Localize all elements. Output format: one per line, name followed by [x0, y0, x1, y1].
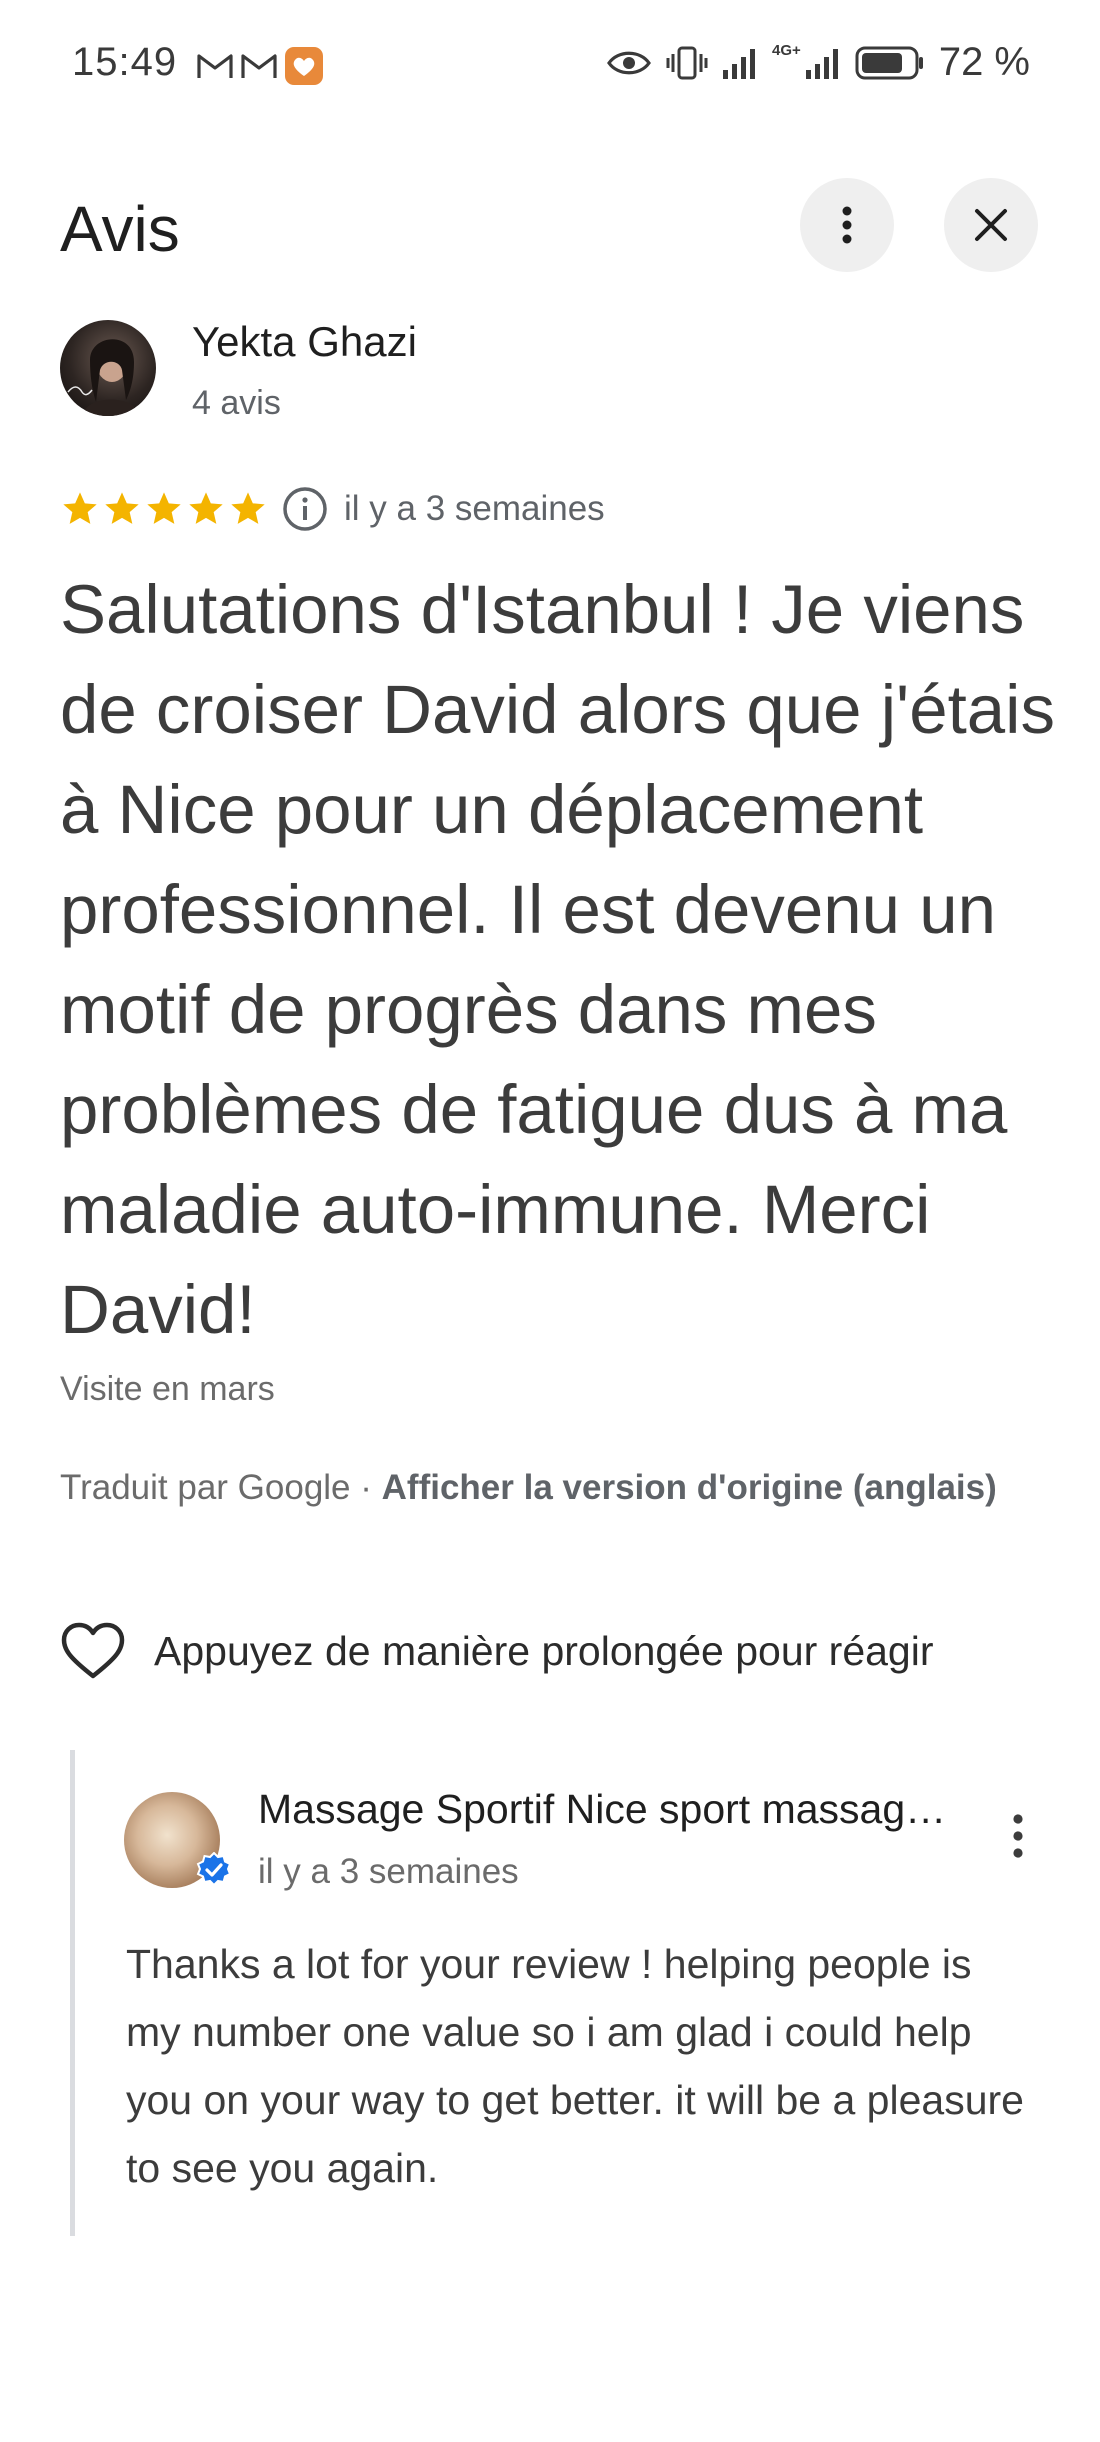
app-heart-icon [285, 47, 323, 85]
network-type-label: 4G+ [772, 42, 801, 59]
signal-icon [723, 48, 756, 79]
star-icon [189, 492, 223, 524]
star-icon [63, 492, 97, 524]
gmail-icon [241, 54, 277, 78]
translated-by-label: Traduit par Google · [60, 1468, 382, 1507]
reviewer-avatar[interactable] [60, 320, 156, 416]
info-icon[interactable] [282, 486, 328, 532]
close-button[interactable] [944, 178, 1038, 272]
owner-reply-more-button[interactable] [998, 1806, 1038, 1866]
owner-reply-time-ago: il y a 3 semaines [258, 1852, 519, 1891]
star-icon [147, 492, 181, 524]
more-vert-icon [1013, 1814, 1023, 1858]
signal-icon [805, 48, 838, 79]
review-text: Salutations d'Istanbul ! Je viens de cro… [60, 571, 1055, 1348]
vibrate-icon [666, 46, 708, 79]
show-original-link[interactable]: Afficher la version d'origine (anglais) [382, 1468, 997, 1507]
react-button[interactable]: Appuyez de manière prolongée pour réagir [60, 1622, 934, 1680]
translation-notice: Traduit par Google · Afficher la version… [60, 1468, 997, 1508]
gmail-icon [197, 54, 233, 78]
reviewer-photo [67, 339, 140, 416]
verified-badge-icon [196, 1852, 232, 1887]
owner-reply-text: Thanks a lot for your review ! helping p… [126, 1941, 1024, 2191]
star-icon [231, 492, 265, 524]
owner-name[interactable]: Massage Sportif Nice sport massage David… [258, 1786, 948, 1833]
heart-icon [61, 1622, 125, 1679]
more-vert-icon [842, 206, 852, 244]
eye-icon [607, 51, 651, 74]
battery-icon [855, 46, 923, 79]
status-system-icons: 4G+ 72 % [606, 40, 1030, 85]
rating-row: il y a 3 semaines [60, 486, 605, 532]
reply-divider [70, 1750, 75, 2236]
visit-date: Visite en mars [60, 1370, 275, 1408]
status-notification-icons [196, 46, 324, 86]
review-time-ago: il y a 3 semaines [344, 489, 605, 528]
close-icon [975, 209, 1007, 241]
react-hint: Appuyez de manière prolongée pour réagir [154, 1627, 934, 1674]
reviewer-name[interactable]: Yekta Ghazi [192, 318, 417, 366]
battery-level: 72 % [938, 40, 1030, 84]
reviewer-review-count: 4 avis [192, 384, 281, 422]
more-options-button[interactable] [800, 178, 894, 272]
page-title: Avis [60, 193, 180, 265]
star-icon [105, 492, 139, 524]
status-time: 15:49 [72, 40, 178, 84]
star-rating [60, 489, 268, 529]
